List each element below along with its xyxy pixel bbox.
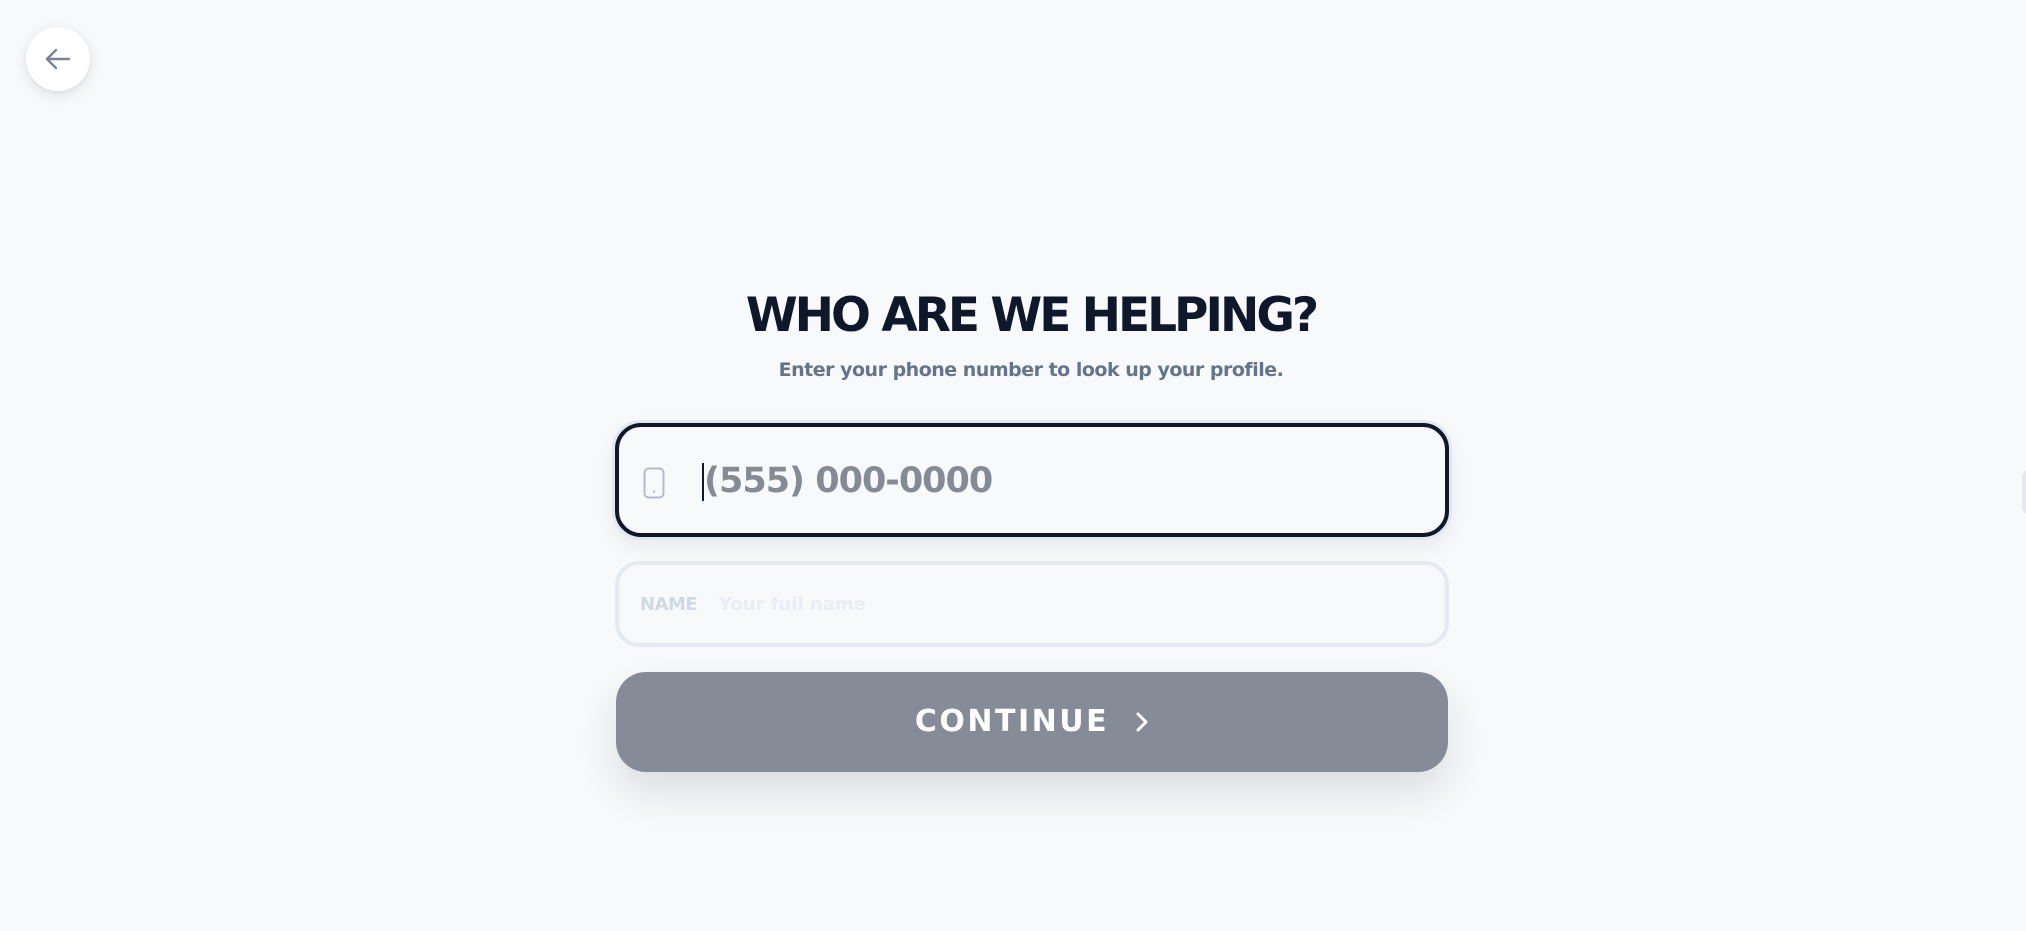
name-input-placeholder: Your full name bbox=[719, 594, 866, 615]
phone-input[interactable]: (555) 000-0000 bbox=[615, 423, 1449, 537]
name-input-label: NAME bbox=[640, 594, 698, 615]
back-button[interactable] bbox=[26, 27, 90, 91]
page-subtitle: Enter your phone number to look up your … bbox=[778, 359, 1284, 381]
arrow-left-icon bbox=[45, 48, 71, 70]
phone-input-placeholder: (555) 000-0000 bbox=[704, 461, 993, 501]
smartphone-icon bbox=[643, 467, 665, 503]
chevron-right-icon bbox=[1135, 711, 1149, 733]
side-edge-handle bbox=[2022, 470, 2026, 514]
continue-button-label: CONTINUE bbox=[914, 704, 1110, 739]
page-title: WHO ARE WE HELPING? bbox=[745, 288, 1319, 343]
continue-button[interactable]: CONTINUE bbox=[616, 672, 1448, 772]
name-input[interactable]: NAME Your full name bbox=[615, 561, 1449, 647]
